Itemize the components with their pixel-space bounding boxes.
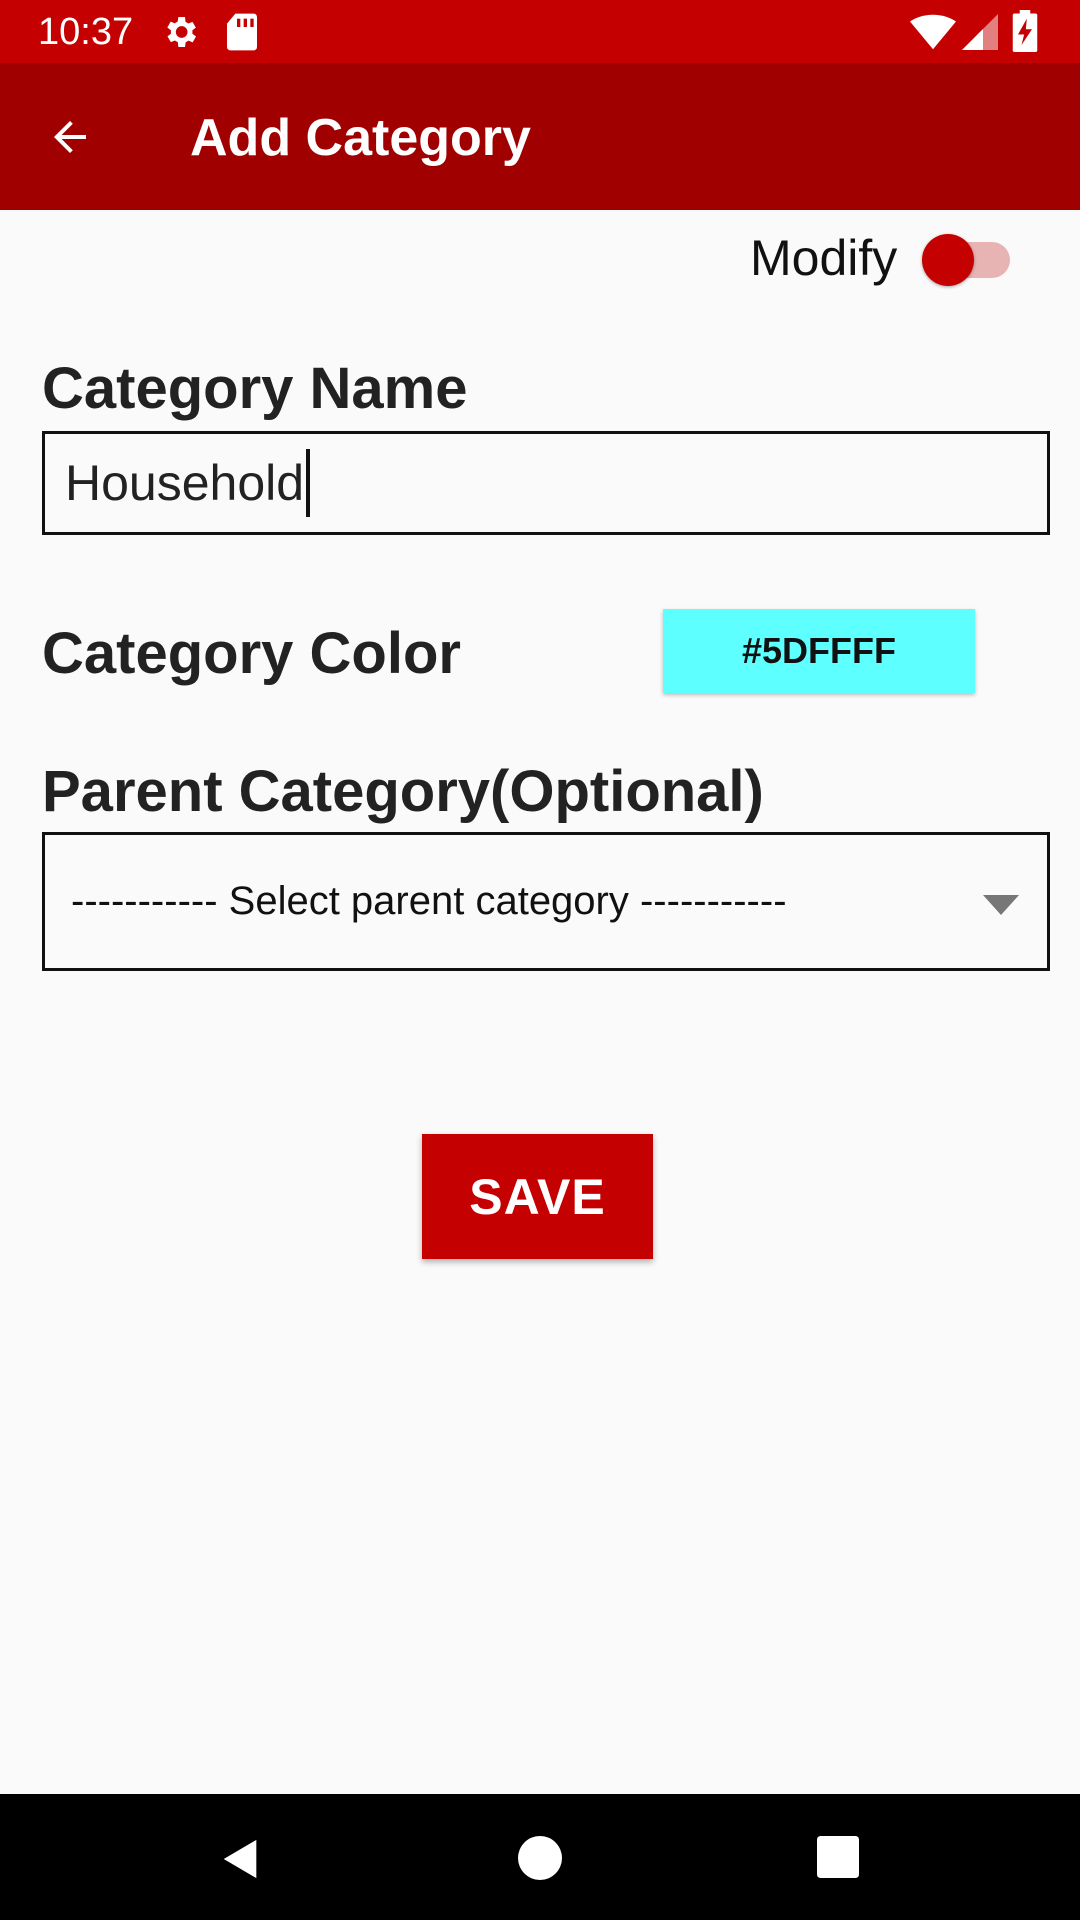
- nav-home-icon[interactable]: [518, 1836, 562, 1880]
- add-category-screen: 10:37 Add Category Modify Category Name …: [0, 0, 1080, 1920]
- page-title: Add Category: [190, 109, 531, 167]
- battery-charging-icon: [1012, 10, 1038, 52]
- status-bar: 10:37: [0, 0, 1080, 63]
- gear-icon: [167, 17, 196, 47]
- color-hex-value: #5DFFFF: [741, 630, 896, 671]
- app-bar: Add Category: [0, 63, 1080, 210]
- nav-recents-icon[interactable]: [817, 1836, 859, 1878]
- parent-category-selected: ----------- Select parent category -----…: [71, 879, 787, 923]
- parent-category-select[interactable]: ----------- Select parent category -----…: [42, 832, 1050, 971]
- dropdown-arrow-icon: [983, 895, 1019, 915]
- category-name-value: Household: [65, 455, 305, 511]
- category-name-label: Category Name: [42, 356, 468, 421]
- save-button[interactable]: SAVE: [422, 1134, 653, 1259]
- navigation-bar: [0, 1794, 1080, 1920]
- wifi-icon: [910, 14, 956, 50]
- category-color-label: Category Color: [42, 621, 461, 686]
- modify-toggle[interactable]: [922, 232, 1010, 286]
- back-button[interactable]: [38, 105, 102, 169]
- parent-category-label: Parent Category(Optional): [42, 759, 764, 824]
- modify-label: Modify: [750, 230, 898, 286]
- arrow-back-icon: [54, 121, 86, 153]
- status-time: 10:37: [38, 11, 134, 53]
- color-picker-button[interactable]: #5DFFFF: [663, 609, 975, 693]
- sd-card-icon: [227, 13, 257, 51]
- signal-icon: [962, 14, 998, 50]
- nav-back-icon[interactable]: [218, 1836, 264, 1882]
- toggle-thumb: [922, 234, 974, 286]
- text-caret: [306, 448, 311, 517]
- category-name-input[interactable]: Household: [42, 431, 1050, 535]
